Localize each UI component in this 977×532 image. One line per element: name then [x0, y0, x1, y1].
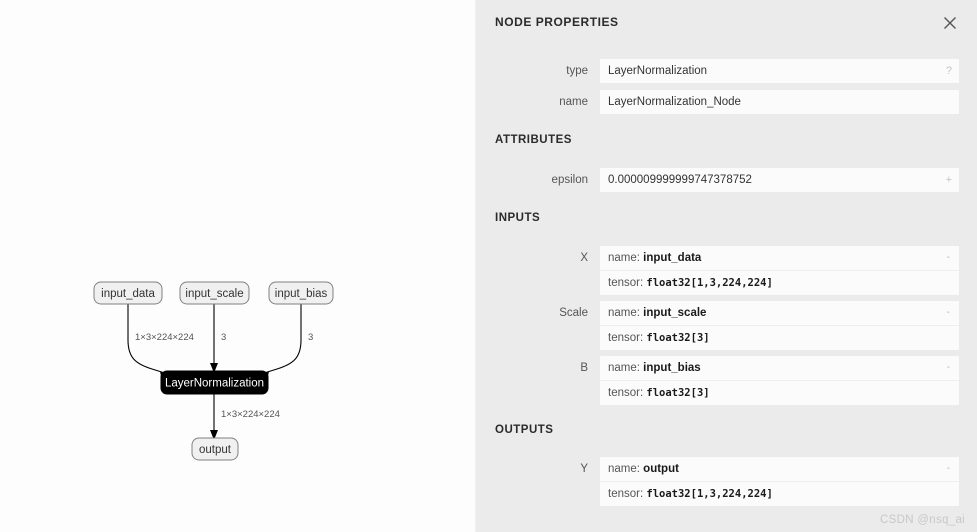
field-box-name[interactable]: LayerNormalization_Node: [600, 90, 959, 114]
graph-node-input-data[interactable]: input_data: [93, 281, 163, 305]
io-card-input-x[interactable]: name: input_data - tensor: float32[1,3,2…: [600, 246, 959, 295]
field-value-epsilon: 0.000009999999747378752: [608, 174, 752, 186]
edge-label-bias-to-op: 3: [308, 332, 313, 343]
collapse-icon-input-scale[interactable]: -: [947, 301, 950, 325]
collapse-icon-input-b[interactable]: -: [947, 356, 950, 380]
graph-node-input-scale[interactable]: input_scale: [179, 281, 250, 305]
field-value-name: LayerNormalization_Node: [608, 96, 741, 108]
panel-title: NODE PROPERTIES: [495, 15, 619, 29]
edge-label-op-to-output: 1×3×224×224: [221, 409, 280, 420]
io-card-input-b[interactable]: name: input_bias - tensor: float32[3]: [600, 356, 959, 405]
io-name-key-input-b: name:: [608, 362, 640, 374]
io-name-value-output-y: output: [643, 463, 679, 475]
io-tensor-key-output-y: tensor:: [608, 488, 644, 500]
io-tensor-key-input-x: tensor:: [608, 277, 644, 289]
io-tensor-value-input-x: float32[1,3,224,224]: [646, 277, 773, 289]
node-properties-panel: NODE PROPERTIES type LayerNormalization …: [476, 0, 977, 532]
io-name-line-input-scale: name: input_scale -: [600, 301, 959, 325]
io-name-line-input-x: name: input_data -: [600, 246, 959, 270]
io-name-value-input-b: input_bias: [643, 362, 701, 374]
collapse-icon-input-x[interactable]: -: [947, 246, 950, 270]
io-tensor-line-input-x: tensor: float32[1,3,224,224]: [600, 270, 959, 295]
section-title-inputs: INPUTS: [495, 212, 541, 224]
graph-node-output[interactable]: output: [191, 437, 239, 461]
io-name-line-input-b: name: input_bias -: [600, 356, 959, 380]
graph-node-input-scale-label: input_scale: [185, 288, 243, 300]
io-card-input-scale[interactable]: name: input_scale - tensor: float32[3]: [600, 301, 959, 350]
app-root: 1×3×224×224 3 3 1×3×224×224 input_data i…: [0, 0, 977, 532]
io-label-input-scale: Scale: [559, 307, 588, 319]
graph-node-layernormalization-label: LayerNormalization: [165, 378, 264, 390]
edge-label-scale-to-op: 3: [221, 332, 226, 343]
io-name-value-input-scale: input_scale: [643, 307, 707, 319]
io-label-output-y: Y: [580, 463, 588, 475]
io-tensor-key-input-b: tensor:: [608, 387, 644, 399]
io-tensor-value-input-scale: float32[3]: [646, 332, 710, 344]
io-label-input-b: B: [580, 362, 588, 374]
expand-icon-epsilon[interactable]: +: [946, 168, 952, 192]
section-title-attributes: ATTRIBUTES: [495, 134, 572, 146]
io-tensor-value-output-y: float32[1,3,224,224]: [646, 488, 773, 500]
io-name-key-input-x: name:: [608, 252, 640, 264]
close-icon[interactable]: [937, 10, 963, 36]
io-name-key-output-y: name:: [608, 463, 640, 475]
io-name-key-input-scale: name:: [608, 307, 640, 319]
io-tensor-line-input-b: tensor: float32[3]: [600, 380, 959, 405]
io-tensor-line-input-scale: tensor: float32[3]: [600, 325, 959, 350]
panel-header: NODE PROPERTIES: [476, 0, 977, 46]
io-card-output-y[interactable]: name: output - tensor: float32[1,3,224,2…: [600, 457, 959, 506]
graph-canvas[interactable]: 1×3×224×224 3 3 1×3×224×224 input_data i…: [0, 0, 476, 532]
io-name-line-output-y: name: output -: [600, 457, 959, 481]
field-label-type: type: [566, 65, 588, 77]
graph-node-layernormalization[interactable]: LayerNormalization: [160, 370, 269, 395]
edge-input-bias-to-op: [260, 301, 302, 375]
field-box-epsilon[interactable]: 0.000009999999747378752 +: [600, 168, 959, 192]
field-label-epsilon: epsilon: [551, 174, 588, 186]
io-label-input-x: X: [580, 252, 588, 264]
help-icon-type[interactable]: ?: [946, 59, 952, 83]
field-label-name: name: [559, 96, 588, 108]
io-tensor-line-output-y: tensor: float32[1,3,224,224]: [600, 481, 959, 506]
graph-node-input-bias-label: input_bias: [275, 288, 328, 300]
graph-node-input-data-label: input_data: [101, 288, 155, 300]
graph-node-input-bias[interactable]: input_bias: [268, 281, 334, 305]
io-tensor-value-input-b: float32[3]: [646, 387, 710, 399]
io-name-value-input-x: input_data: [643, 252, 702, 264]
field-box-type[interactable]: LayerNormalization ?: [600, 59, 959, 83]
graph-svg: 1×3×224×224 3 3 1×3×224×224 input_data i…: [93, 281, 334, 461]
io-tensor-key-input-scale: tensor:: [608, 332, 644, 344]
collapse-icon-output-y[interactable]: -: [947, 457, 950, 481]
section-title-outputs: OUTPUTS: [495, 424, 554, 436]
graph-node-output-label: output: [199, 444, 232, 456]
edge-label-data-to-op: 1×3×224×224: [135, 332, 194, 343]
field-value-type: LayerNormalization: [608, 65, 708, 77]
watermark: CSDN @nsq_ai: [880, 514, 965, 526]
